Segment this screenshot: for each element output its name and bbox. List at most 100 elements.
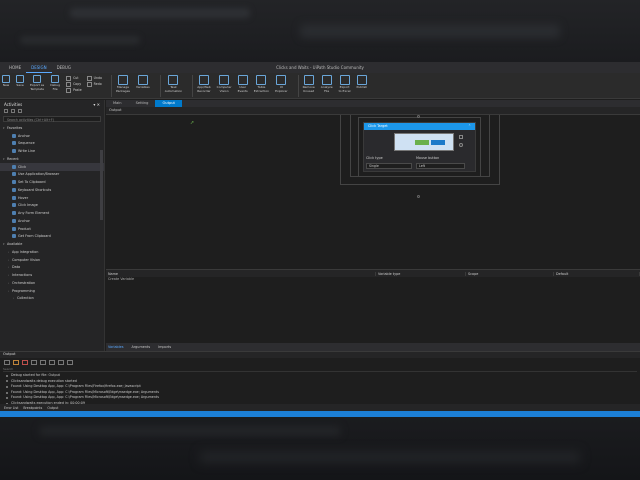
activity-tree-item[interactable]: ▾ Recent	[0, 155, 104, 163]
variables-column-header[interactable]: Default	[554, 271, 640, 276]
ribbon-tab-debug[interactable]: DEBUG	[52, 62, 76, 73]
variables-column-header[interactable]: Name	[106, 271, 376, 276]
activity-tree-item[interactable]: › Data	[0, 264, 104, 272]
activity-icon	[12, 187, 16, 192]
activity-label: Hover	[18, 195, 29, 200]
remove-unused-button[interactable]: Remove Unused	[303, 75, 315, 93]
activity-tree-item[interactable]: › Computer Vision	[0, 256, 104, 264]
activity-icon	[12, 211, 16, 216]
activity-tree-item[interactable]: Anchor	[0, 217, 104, 225]
ui-explorer-button[interactable]: UI Explorer	[275, 75, 288, 93]
variables-column-header[interactable]: Variable type	[376, 271, 466, 276]
collapse-icon[interactable]	[11, 109, 15, 113]
variables-column-header[interactable]: Scope	[466, 271, 554, 276]
variables-button[interactable]: Variables	[136, 75, 150, 90]
activity-tree-item[interactable]: Any Form Element	[0, 209, 104, 217]
activity-tree-item[interactable]: Sequence	[0, 140, 104, 148]
target-options-icon[interactable]	[459, 143, 463, 147]
clear-log-icon[interactable]	[67, 360, 73, 365]
mouse-button-select[interactable]: Left	[416, 163, 465, 169]
doc-tab-setting[interactable]: Setting	[129, 100, 156, 107]
activity-tree-item[interactable]: Hover	[0, 194, 104, 202]
activity-icon	[12, 164, 16, 169]
activity-icon	[12, 180, 16, 185]
filter-icon[interactable]	[18, 109, 22, 113]
expand-icon[interactable]	[4, 109, 8, 113]
click-card-title: Click Target	[368, 124, 388, 128]
activity-tree-item[interactable]: › Collection	[0, 295, 104, 303]
warning-filter-icon[interactable]	[13, 360, 19, 365]
trace-filter-icon[interactable]	[31, 360, 37, 365]
info-filter-icon[interactable]	[4, 360, 10, 365]
tab-imports[interactable]: Imports	[158, 345, 171, 349]
activity-label: Keyboard Shortcuts	[18, 187, 52, 192]
ribbon-tab-home[interactable]: HOME	[4, 62, 26, 73]
activity-tree-item[interactable]: Click	[0, 162, 104, 171]
publish-button[interactable]: Publish	[357, 75, 367, 90]
collapse-icon[interactable]: ⌃	[468, 124, 471, 129]
app-web-recorder-button[interactable]: App/Web Recorder	[197, 75, 211, 93]
manage-packages-button[interactable]: Manage Packages	[116, 75, 130, 93]
task-automation-button[interactable]: Task Automation	[165, 75, 182, 93]
doc-tab-main[interactable]: Main	[106, 100, 129, 107]
analyze-file-button[interactable]: Analyze File	[321, 75, 333, 93]
activity-tree-item[interactable]: Get From Clipboard	[0, 233, 104, 241]
create-variable-row[interactable]: Create Variable	[106, 277, 640, 283]
tab-variables[interactable]: Variables	[108, 345, 124, 349]
activity-tree-item[interactable]: Keyboard Shortcuts	[0, 186, 104, 194]
error-filter-icon[interactable]	[22, 360, 28, 365]
click-type-select[interactable]: Single	[366, 163, 412, 169]
tab-arguments[interactable]: Arguments	[132, 345, 151, 349]
activity-tree-item[interactable]: ▾ Available	[0, 240, 104, 248]
activity-tree-item[interactable]: › Orchestration	[0, 279, 104, 287]
target-menu-icon[interactable]	[459, 135, 463, 139]
activity-tree-item[interactable]: › Programming	[0, 287, 104, 295]
activity-tree-item[interactable]: Anchor	[0, 132, 104, 140]
activity-tree-item[interactable]: Use Application/Browser	[0, 171, 104, 179]
output-log: Debug started for file: Output Clicksandw…	[0, 372, 640, 408]
tab-output[interactable]: Output	[47, 406, 58, 410]
pin-icon[interactable]: ▾ ✕	[93, 102, 100, 107]
activity-tree-item[interactable]: Set To Clipboard	[0, 178, 104, 186]
variables-tabs: Variables Arguments Imports	[106, 343, 640, 351]
export-excel-button[interactable]: Export to Excel	[339, 75, 351, 93]
activity-label: Anchor	[18, 133, 30, 138]
tab-error-list[interactable]: Error List	[4, 406, 18, 410]
bottom-tabs: Error List Breakpoints Output	[0, 404, 640, 411]
ribbon-tab-design[interactable]: DESIGN	[26, 62, 52, 73]
ribbon-divider	[159, 75, 161, 97]
copy-log-icon[interactable]	[58, 360, 64, 365]
export-template-button[interactable]: Export as Template	[30, 75, 44, 91]
save-icon	[16, 75, 24, 83]
activity-tree-item[interactable]: › Interactions	[0, 271, 104, 279]
redo-button[interactable]: Redo	[87, 81, 102, 87]
save-button[interactable]: Save	[16, 75, 24, 88]
table-extraction-button[interactable]: Table Extraction	[254, 75, 269, 93]
add-activity-icon[interactable]	[417, 195, 420, 198]
doc-tab-output[interactable]: Output	[155, 100, 182, 107]
paste-button[interactable]: Paste	[66, 87, 82, 93]
timestamp-toggle-icon[interactable]	[49, 360, 55, 365]
new-button[interactable]: New	[2, 75, 10, 88]
activity-icon	[12, 203, 16, 208]
click-activity-card[interactable]: Click Target ⌃ Click type Single Mouse bu…	[363, 122, 476, 172]
tab-breakpoints[interactable]: Breakpoints	[23, 406, 42, 410]
activity-tree-item[interactable]: Write Line	[0, 147, 104, 155]
activity-tree-item[interactable]: ▾ Favorites	[0, 124, 104, 132]
activities-scrollbar[interactable]	[100, 150, 103, 220]
activity-icon	[12, 141, 16, 146]
activity-label: Sequence	[18, 141, 35, 146]
workflow-canvas[interactable]: Click Target ⌃ Click type Single Mouse bu…	[106, 115, 640, 230]
debug-file-button[interactable]: Debug File	[50, 75, 60, 91]
activities-search-input[interactable]: Search activities (Ctrl+Alt+F)	[3, 116, 101, 122]
breadcrumb[interactable]: Output	[106, 107, 640, 115]
add-activity-icon[interactable]	[417, 115, 420, 118]
computer-vision-button[interactable]: Computer Vision	[217, 75, 232, 93]
studio-window: HOME DESIGN DEBUG Clicks and Waits - UiPat…	[0, 62, 640, 417]
activity-tree-item[interactable]: Product	[0, 225, 104, 233]
user-events-button[interactable]: User Events	[238, 75, 248, 93]
verbose-filter-icon[interactable]	[40, 360, 46, 365]
activity-tree-item[interactable]: Click Image	[0, 202, 104, 210]
activity-tree-item[interactable]: › App Integration	[0, 248, 104, 256]
activity-label: Computer Vision	[12, 257, 41, 262]
